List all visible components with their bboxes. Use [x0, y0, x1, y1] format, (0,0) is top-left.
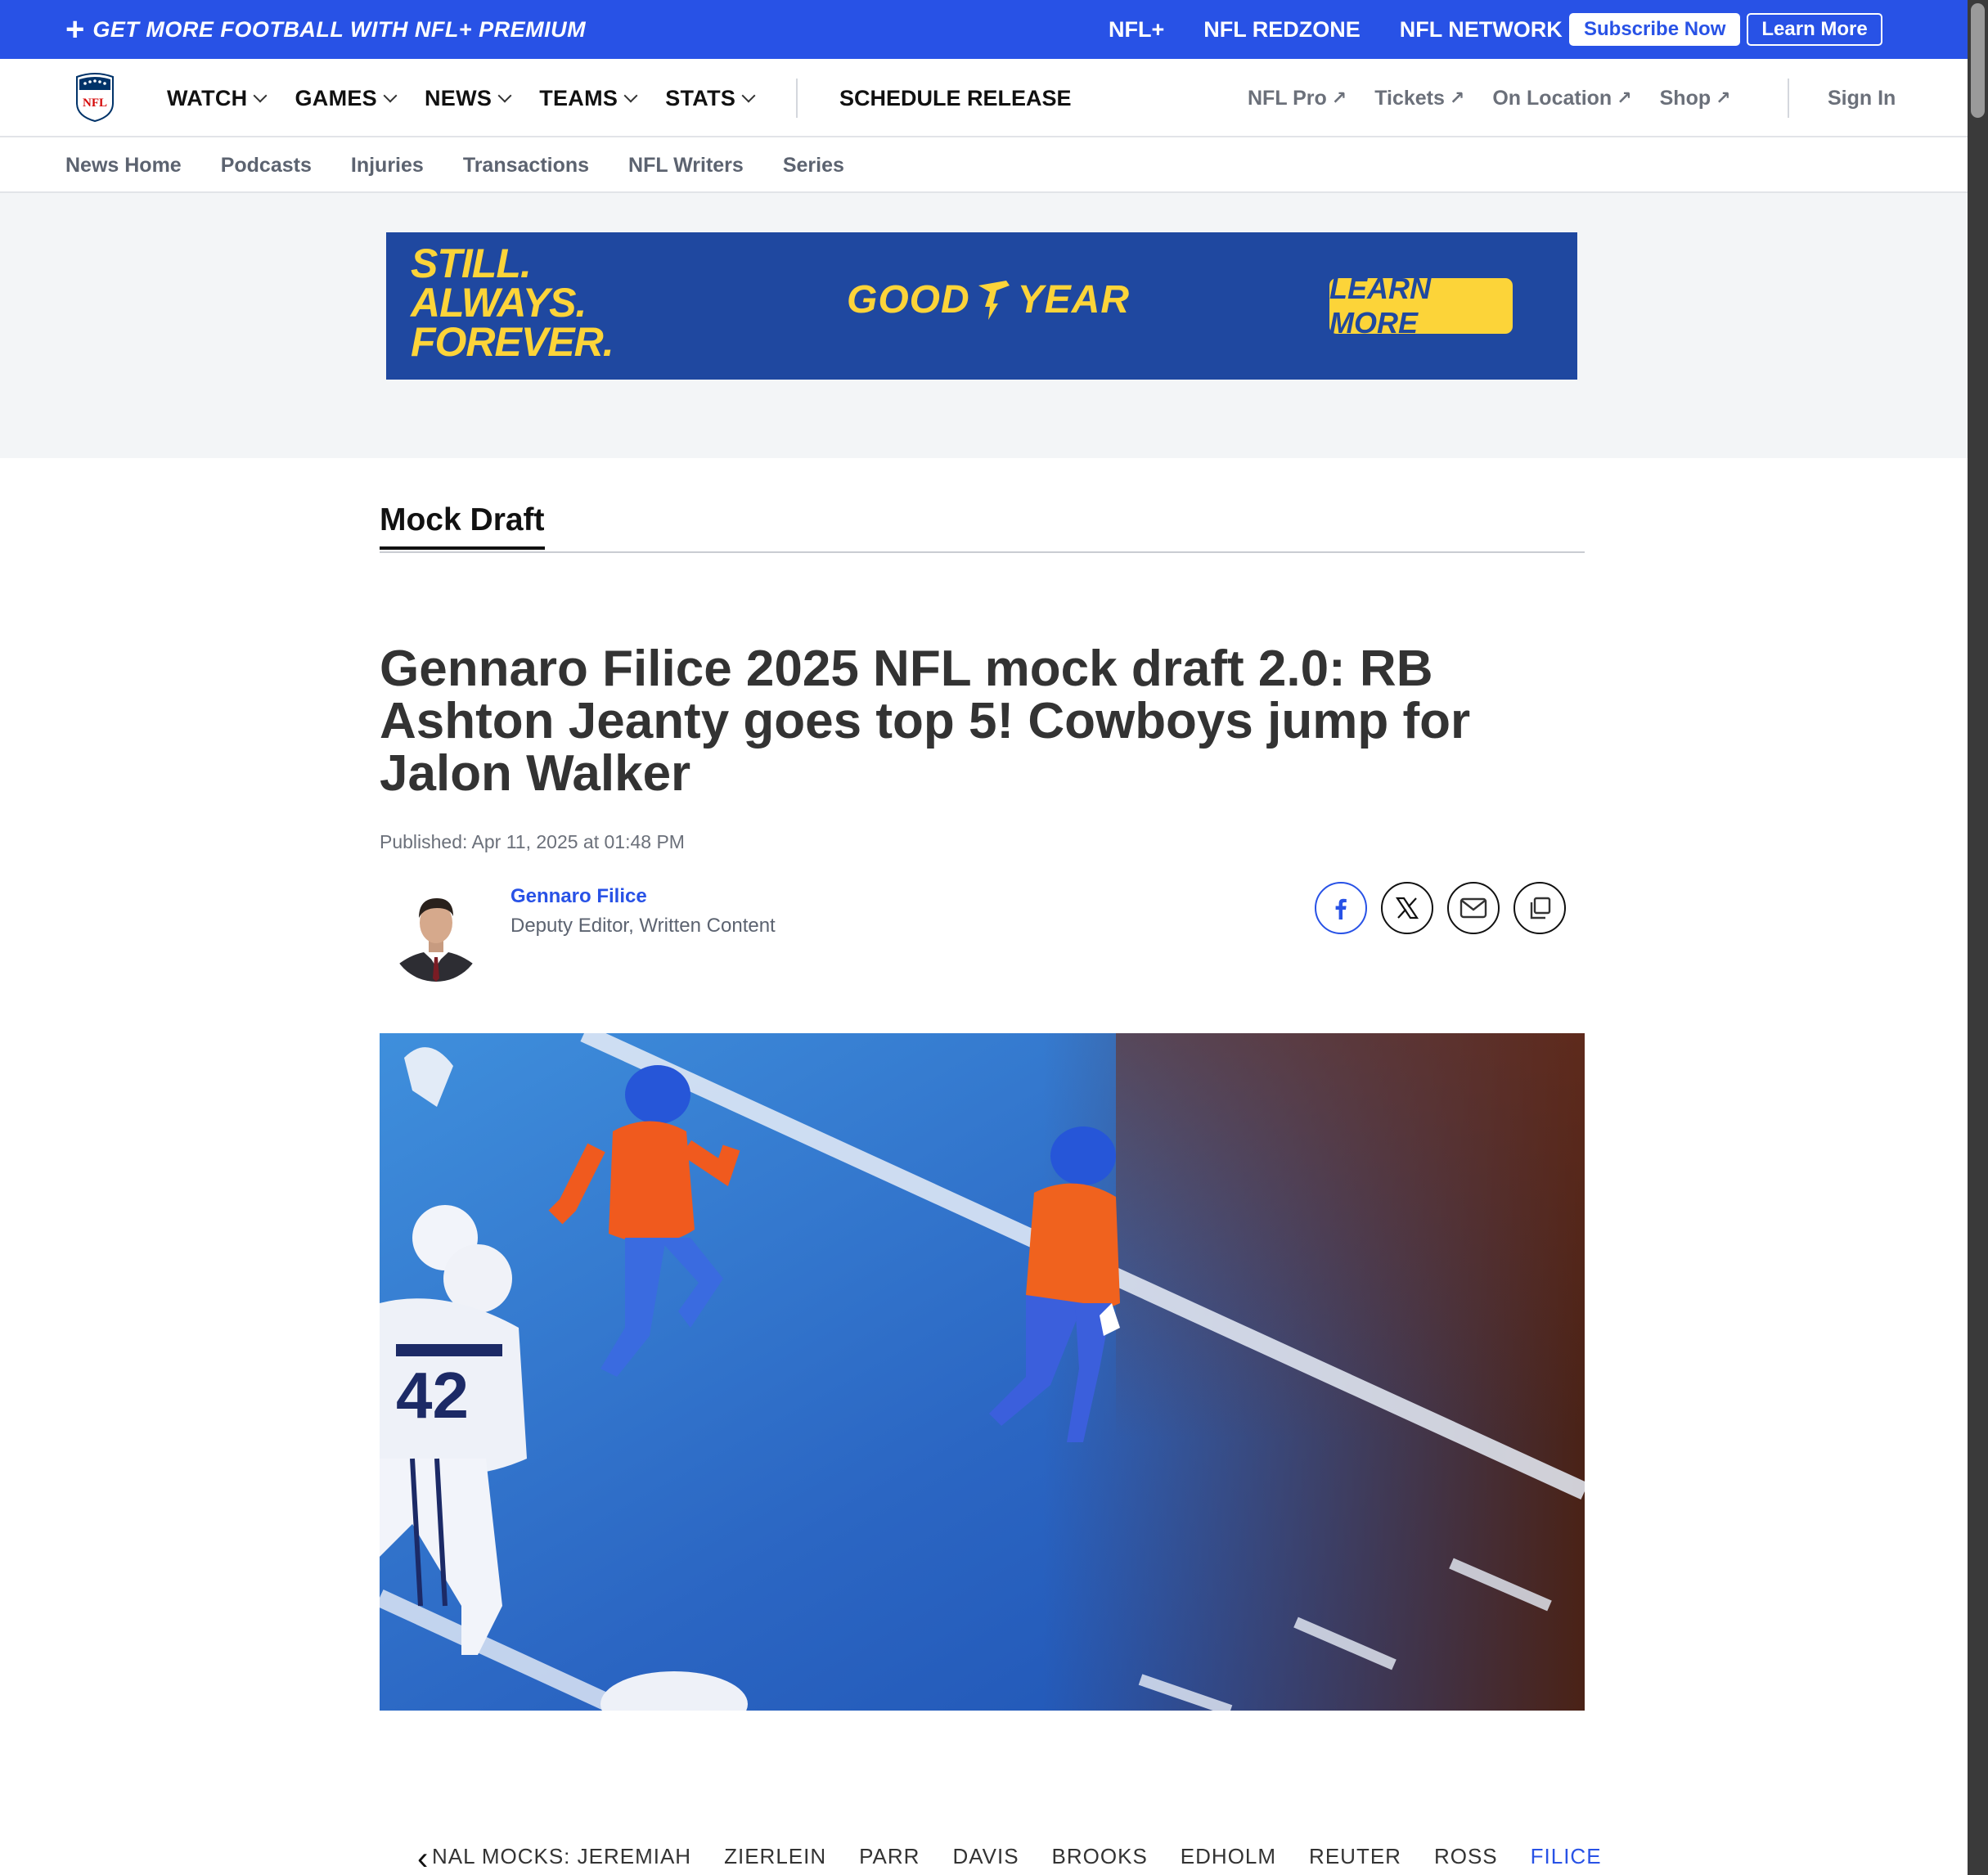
promo-links: NFL+ NFL REDZONE NFL NETWORK [1109, 0, 1563, 59]
carousel-item[interactable]: PARR [859, 1844, 920, 1869]
facebook-icon [1335, 898, 1347, 920]
external-links: NFL Pro ↗ Tickets ↗ On Location ↗ Shop ↗ [1248, 59, 1731, 137]
nav-stats[interactable]: STATS [665, 85, 756, 111]
page-scrollbar[interactable] [1968, 0, 1988, 1875]
share-buttons [1315, 882, 1566, 934]
promo-bar: + GET MORE FOOTBALL WITH NFL+ PREMIUM NF… [0, 0, 1968, 59]
subnav-podcasts[interactable]: Podcasts [221, 154, 312, 178]
subnav-nfl-writers[interactable]: NFL Writers [628, 154, 744, 178]
scrollbar-thumb[interactable] [1971, 3, 1985, 118]
shop-link[interactable]: Shop ↗ [1660, 87, 1731, 110]
on-location-link[interactable]: On Location ↗ [1492, 87, 1631, 110]
winged-foot-icon [978, 280, 1010, 320]
logo-text: NFL [83, 97, 107, 110]
goodyear-ad[interactable]: STILL. ALWAYS. FOREVER. GOOD YEAR LEARN … [386, 232, 1577, 380]
nfl-logo[interactable]: NFL [74, 72, 116, 123]
nav-news-label: NEWS [425, 85, 493, 110]
external-arrow-icon: ↗ [1449, 88, 1465, 108]
mock-draft-carousel: ‹ NAL MOCKS: JEREMIAH ZIERLEIN PARR DAVI… [0, 1832, 1968, 1875]
tickets-label: Tickets [1374, 86, 1445, 110]
subscribe-button[interactable]: Subscribe Now [1569, 13, 1741, 46]
promo-link-network[interactable]: NFL NETWORK [1400, 17, 1563, 43]
share-x-button[interactable] [1381, 882, 1433, 934]
chevron-down-icon [383, 88, 398, 103]
nav-teams[interactable]: TEAMS [539, 85, 638, 111]
chevron-down-icon [741, 88, 756, 103]
author-title: Deputy Editor, Written Content [510, 915, 776, 937]
author-name[interactable]: Gennaro Filice [510, 885, 647, 908]
nfl-pro-link[interactable]: NFL Pro ↗ [1248, 87, 1347, 110]
brand-left: GOOD [847, 278, 970, 321]
share-copy-button[interactable] [1513, 882, 1566, 934]
author-avatar[interactable] [391, 882, 481, 985]
carousel-item[interactable]: BROOKS [1052, 1844, 1148, 1869]
subnav-injuries[interactable]: Injuries [351, 154, 424, 178]
nav-teams-label: TEAMS [539, 85, 618, 110]
svg-text:42: 42 [396, 1359, 469, 1432]
nav-games[interactable]: GAMES [295, 85, 398, 111]
external-arrow-icon: ↗ [1716, 88, 1731, 108]
carousel-item[interactable]: NAL MOCKS: JEREMIAH [432, 1844, 691, 1869]
chevron-down-icon [623, 88, 638, 103]
external-arrow-icon: ↗ [1331, 88, 1347, 108]
sign-in-link[interactable]: Sign In [1828, 59, 1896, 137]
nfl-pro-label: NFL Pro [1248, 86, 1327, 110]
tickets-link[interactable]: Tickets ↗ [1374, 87, 1464, 110]
promo-buttons: Subscribe Now Learn More [1569, 13, 1882, 46]
nav-games-label: GAMES [295, 85, 377, 110]
nav-watch[interactable]: WATCH [167, 85, 268, 111]
email-icon [1460, 897, 1487, 919]
carousel-item[interactable]: ROSS [1434, 1844, 1498, 1869]
schedule-release-link[interactable]: SCHEDULE RELEASE [839, 59, 1072, 137]
learn-more-button[interactable]: Learn More [1747, 13, 1882, 46]
article-headline: Gennaro Filice 2025 NFL mock draft 2.0: … [380, 641, 1471, 802]
x-icon [1395, 897, 1419, 920]
main-nav: NFL WATCH GAMES NEWS TEAMS STATS SCHEDUL… [0, 59, 1968, 137]
carousel-item[interactable]: DAVIS [952, 1844, 1019, 1869]
goodyear-logo: GOOD YEAR [847, 277, 1130, 322]
carousel-item[interactable]: ZIERLEIN [724, 1844, 826, 1869]
ad-learn-more-button[interactable]: LEARN MORE [1329, 272, 1513, 339]
section-tab-mock-draft[interactable]: Mock Draft [380, 502, 545, 550]
ad-slogan-line: FOREVER. [411, 319, 614, 365]
nav-divider [1788, 79, 1789, 118]
ad-slogan-line: ALWAYS. [411, 280, 587, 326]
promo-link-redzone[interactable]: NFL REDZONE [1203, 17, 1361, 43]
published-date: Published: Apr 11, 2025 at 01:48 PM [380, 831, 685, 852]
sub-nav: News Home Podcasts Injuries Transactions… [0, 137, 1968, 193]
share-email-button[interactable] [1447, 882, 1500, 934]
plus-icon: + [65, 11, 85, 47]
chevron-left-icon[interactable]: ‹ [417, 1842, 428, 1875]
subnav-news-home[interactable]: News Home [65, 154, 182, 178]
brand-right: YEAR [1017, 278, 1131, 321]
promo-link[interactable]: + GET MORE FOOTBALL WITH NFL+ PREMIUM [65, 0, 586, 59]
ad-slogan-line: STILL. [411, 241, 532, 286]
share-facebook-button[interactable] [1315, 882, 1367, 934]
on-location-label: On Location [1492, 86, 1612, 110]
nav-stats-label: STATS [665, 85, 736, 110]
subnav-series[interactable]: Series [783, 154, 844, 178]
chevron-down-icon [253, 88, 268, 103]
copy-link-icon [1530, 897, 1551, 920]
nav-news[interactable]: NEWS [425, 85, 512, 111]
external-arrow-icon: ↗ [1617, 88, 1632, 108]
carousel-items: NAL MOCKS: JEREMIAH ZIERLEIN PARR DAVIS … [432, 1844, 1602, 1869]
primary-nav: WATCH GAMES NEWS TEAMS STATS [167, 59, 756, 137]
sub-nav-items: News Home Podcasts Injuries Transactions… [65, 137, 844, 193]
promo-link-nflplus[interactable]: NFL+ [1109, 17, 1164, 43]
nav-divider [796, 79, 798, 118]
ad-slogan: STILL. ALWAYS. FOREVER. [411, 241, 614, 365]
carousel-item[interactable]: REUTER [1309, 1844, 1401, 1869]
shop-label: Shop [1659, 86, 1711, 110]
chevron-down-icon [497, 88, 512, 103]
section-divider [380, 551, 1585, 553]
hero-image[interactable]: 42 [380, 1033, 1585, 1711]
nav-watch-label: WATCH [167, 85, 248, 110]
subnav-transactions[interactable]: Transactions [463, 154, 589, 178]
promo-text: GET MORE FOOTBALL WITH NFL+ PREMIUM [92, 16, 587, 42]
carousel-item-active[interactable]: FILICE [1531, 1844, 1602, 1869]
carousel-item[interactable]: EDHOLM [1181, 1844, 1276, 1869]
